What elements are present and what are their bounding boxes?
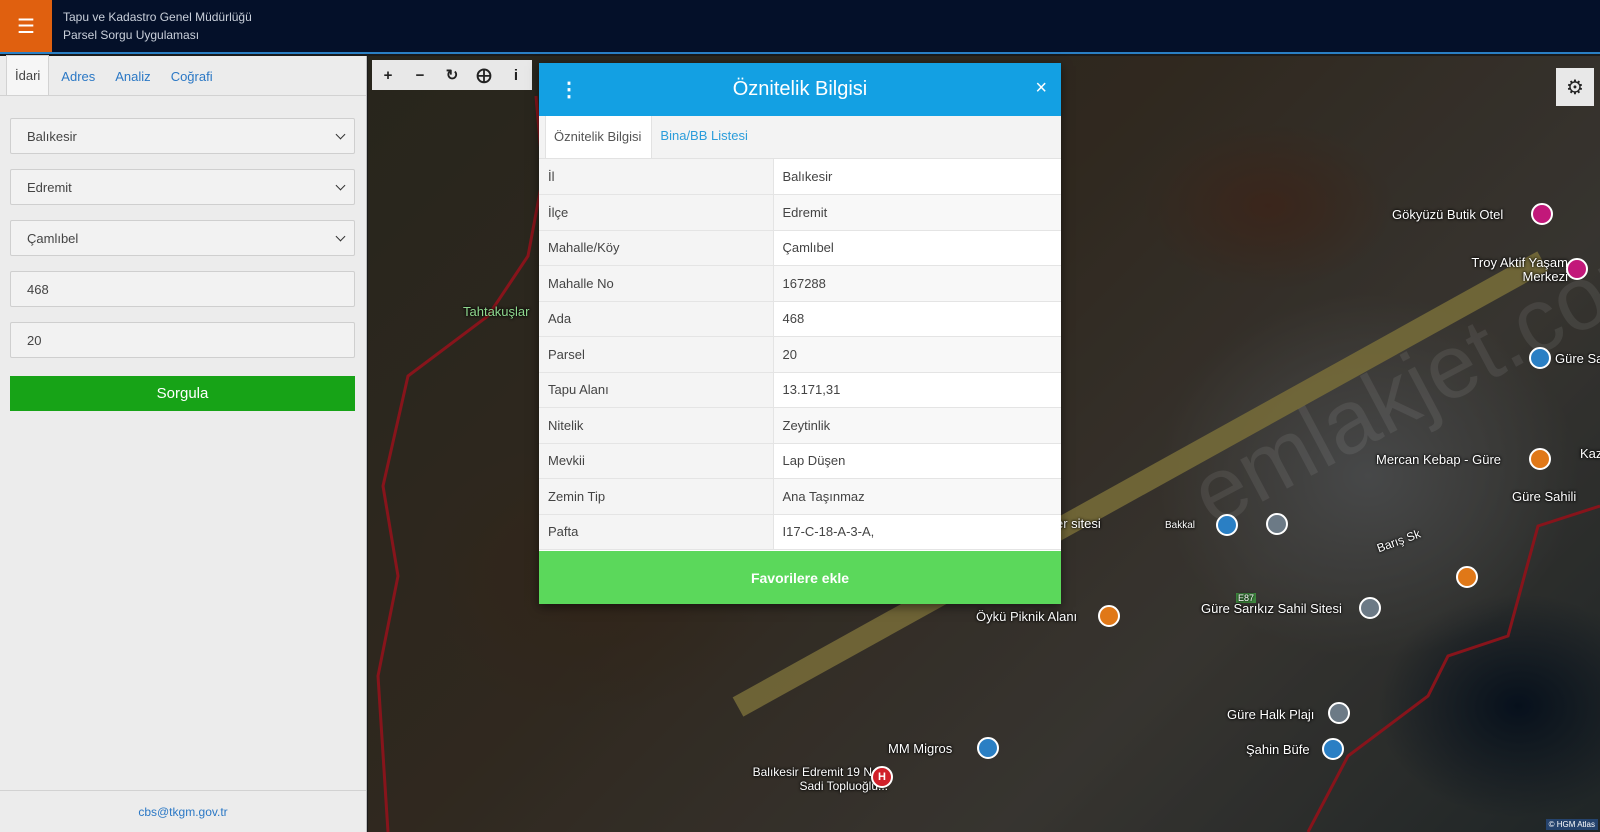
restaurant-pin-icon[interactable] xyxy=(1098,605,1120,627)
attribute-value: Zeytinlik xyxy=(773,407,1061,444)
attribute-key: İl xyxy=(539,159,774,195)
school-pin-icon[interactable] xyxy=(1266,513,1288,535)
attribute-value: Lap Düşen xyxy=(773,443,1061,479)
hospital-pin-icon[interactable]: H xyxy=(871,766,893,788)
parsel-input[interactable]: 20 xyxy=(10,322,355,358)
attribute-key: Pafta xyxy=(539,514,774,550)
org-name: Tapu ve Kadastro Genel Müdürlüğü xyxy=(63,10,252,24)
map-attribution: © HGM Atlas xyxy=(1545,819,1598,830)
place-pin-icon[interactable] xyxy=(1359,597,1381,619)
brand: Tapu ve Kadastro Genel Müdürlüğü Parsel … xyxy=(63,8,252,44)
ilce-select[interactable]: Edremit xyxy=(10,169,355,205)
kebab-menu-icon[interactable]: ⋮ xyxy=(559,77,579,102)
mahalle-select[interactable]: Çamlıbel xyxy=(10,220,355,256)
restaurant-pin-icon[interactable] xyxy=(1456,566,1478,588)
map-toolbar: + − ↻ ⨁ i xyxy=(372,60,532,90)
shop-pin-icon[interactable] xyxy=(1322,738,1344,760)
hotel-pin-icon[interactable] xyxy=(1566,258,1588,280)
poi-label: er sitesi xyxy=(1056,516,1101,531)
tab-idari[interactable]: İdari xyxy=(6,55,50,95)
attribute-key: Zemin Tip xyxy=(539,478,774,515)
poi-label: Troy Aktif Yaşam Merkezi xyxy=(1471,255,1568,284)
beach-pin-icon[interactable] xyxy=(1328,702,1350,724)
table-row: Tapu Alanı 13.171,31 xyxy=(539,372,1061,408)
tab-adres[interactable]: Adres xyxy=(53,57,103,95)
query-button[interactable]: Sorgula xyxy=(10,376,355,411)
dialog-title: Öznitelik Bilgisi xyxy=(732,78,868,100)
attribute-key: İlçe xyxy=(539,194,774,231)
table-row: Mahalle/Köy Çamlıbel xyxy=(539,230,1061,266)
poi-label: MM Migros xyxy=(888,741,953,756)
attribute-value: 13.171,31 xyxy=(773,372,1061,408)
sidebar: İdari Adres Analiz Coğrafi Balıkesir Edr… xyxy=(0,55,367,832)
attribute-value: 20 xyxy=(773,336,1061,373)
table-row: İlçe Edremit xyxy=(539,194,1061,231)
poi-label: Balıkesir Edremit 19 Nolu Sadi Topluoğlu… xyxy=(752,765,888,793)
poi-label: Bakkal xyxy=(1165,520,1196,531)
attribute-value: 167288 xyxy=(773,265,1061,302)
poi-label: Güre Sarıkız Sahil Sitesi xyxy=(1201,601,1342,616)
table-row: Parsel 20 xyxy=(539,336,1061,373)
poi-label: Güre Halk Plajı xyxy=(1227,707,1315,722)
attribute-key: Parsel xyxy=(539,336,774,373)
refresh-icon[interactable]: ↻ xyxy=(439,62,465,88)
hamburger-icon[interactable]: ☰ xyxy=(0,0,52,52)
table-row: Mahalle No 167288 xyxy=(539,265,1061,302)
attribute-key: Ada xyxy=(539,301,774,337)
top-bar: ☰ Tapu ve Kadastro Genel Müdürlüğü Parse… xyxy=(0,0,1600,54)
poi-label: Güre Sahili xyxy=(1512,489,1577,504)
add-favorite-button[interactable]: Favorilere ekle xyxy=(539,551,1061,604)
attribute-value: Ana Taşınmaz xyxy=(773,478,1061,515)
attribute-key: Nitelik xyxy=(539,407,774,444)
hotel-pin-icon[interactable] xyxy=(1531,203,1553,225)
contact-email-link[interactable]: cbs@tkgm.gov.tr xyxy=(0,790,366,832)
locate-icon[interactable]: ⨁ xyxy=(471,62,497,88)
shop-pin-icon[interactable] xyxy=(1529,347,1551,369)
poi-label: Gökyüzü Butik Otel xyxy=(1392,207,1504,222)
attribute-key: Mevkii xyxy=(539,443,774,479)
gear-icon[interactable]: ⚙ xyxy=(1556,68,1594,106)
restaurant-pin-icon[interactable] xyxy=(1529,448,1551,470)
table-row: İl Balıkesir xyxy=(539,159,1061,195)
poi-label: Kaz xyxy=(1580,446,1600,461)
poi-label: Mercan Kebap - Güre xyxy=(1376,452,1502,467)
attribute-table: İl Balıkesir İlçe Edremit Mahalle/Köy Çamlıbe… xyxy=(539,159,1061,550)
shop-pin-icon[interactable] xyxy=(1216,514,1238,536)
attribute-key: Tapu Alanı xyxy=(539,372,774,408)
attribute-dialog: ⋮ Öznitelik Bilgisi × Öznitelik Bilgisi … xyxy=(539,63,1061,604)
table-row: Mevkii Lap Düşen xyxy=(539,443,1061,479)
tab-bina-listesi[interactable]: Bina/BB Listesi xyxy=(652,115,757,158)
attribute-value: Edremit xyxy=(773,194,1061,231)
poi-label: Tahtakuşlar xyxy=(463,304,530,319)
sidebar-tabs: İdari Adres Analiz Coğrafi xyxy=(0,55,366,96)
close-icon[interactable]: × xyxy=(1035,77,1047,100)
attribute-value: Çamlıbel xyxy=(773,230,1061,266)
table-row: Pafta I17-C-18-A-3-A, xyxy=(539,514,1061,550)
attribute-value: 468 xyxy=(773,301,1061,337)
tab-analiz[interactable]: Analiz xyxy=(107,57,158,95)
plus-icon[interactable]: + xyxy=(375,62,401,88)
dialog-header: ⋮ Öznitelik Bilgisi × xyxy=(539,63,1061,116)
table-row: Zemin Tip Ana Taşınmaz xyxy=(539,478,1061,515)
tab-oznitelik[interactable]: Öznitelik Bilgisi xyxy=(545,115,653,158)
dialog-tabs: Öznitelik Bilgisi Bina/BB Listesi xyxy=(539,115,1061,159)
tab-cografi[interactable]: Coğrafi xyxy=(163,57,221,95)
minus-icon[interactable]: − xyxy=(407,62,433,88)
attribute-value: I17-C-18-A-3-A, xyxy=(773,514,1061,550)
attribute-key: Mahalle/Köy xyxy=(539,230,774,266)
info-icon[interactable]: i xyxy=(503,62,529,88)
shop-pin-icon[interactable] xyxy=(977,737,999,759)
app-name: Parsel Sorgu Uygulaması xyxy=(63,28,200,42)
poi-label: Öykü Piknik Alanı xyxy=(976,609,1078,624)
attribute-key: Mahalle No xyxy=(539,265,774,302)
ada-input[interactable]: 468 xyxy=(10,271,355,307)
table-row: Ada 468 xyxy=(539,301,1061,337)
il-select[interactable]: Balıkesir xyxy=(10,118,355,154)
poi-label: Güre Sal xyxy=(1555,351,1600,366)
attribute-value: Balıkesir xyxy=(773,159,1061,195)
table-row: Nitelik Zeytinlik xyxy=(539,407,1061,444)
poi-label: Şahin Büfe xyxy=(1246,742,1310,757)
